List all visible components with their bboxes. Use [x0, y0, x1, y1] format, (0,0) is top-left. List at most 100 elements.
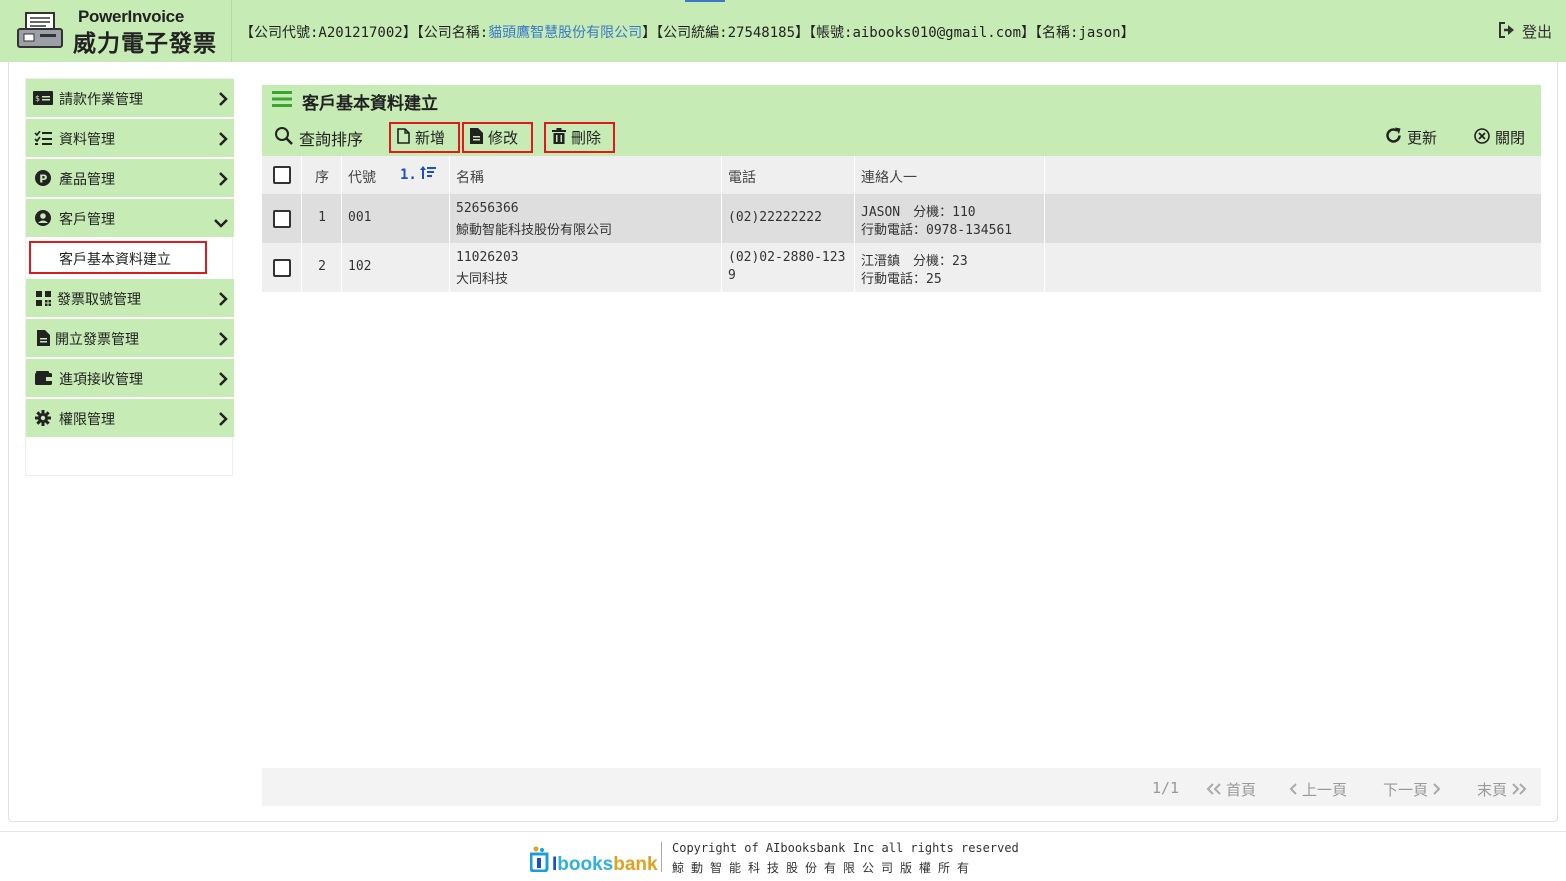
document-icon	[32, 328, 54, 348]
sidebar-item-issue-invoice[interactable]: 開立發票管理	[26, 319, 234, 357]
add-button[interactable]: 新增	[389, 122, 460, 153]
search-icon	[274, 126, 294, 150]
row-checkbox[interactable]	[273, 259, 291, 277]
account-info: 【公司代號:A201217002】【公司名稱:貓頭鷹智慧股份有限公司】【公司統編…	[240, 22, 1135, 42]
row-mobile: 行動電話：25	[861, 272, 942, 287]
footer-logo-bank: bank	[613, 854, 658, 875]
chevron-right-icon	[218, 411, 228, 430]
company-name-link[interactable]: 貓頭鷹智慧股份有限公司	[488, 25, 642, 41]
row-tax-id: 11026203	[456, 250, 519, 265]
header-cell-seq: 序	[302, 156, 342, 194]
close-button[interactable]: 關閉	[1474, 122, 1525, 153]
sign-out-icon	[1498, 21, 1516, 42]
table-row[interactable]: 1 001 52656366 鯨動智能科技股份有限公司 (02)22222222…	[262, 194, 1541, 243]
checklist-icon	[32, 128, 54, 148]
header-cell-filler	[1045, 156, 1541, 194]
column-header-tel: 電話	[728, 170, 756, 186]
delete-label: 刪除	[571, 129, 602, 147]
search-sort-button[interactable]: 查詢排序	[274, 122, 363, 153]
logout-label: 登出	[1521, 23, 1552, 41]
new-file-icon	[397, 127, 410, 148]
sidebar-subitem-customer-basic[interactable]: 客戶基本資料建立	[29, 241, 207, 274]
column-header-contact: 連絡人一	[861, 170, 917, 186]
user-circle-icon	[32, 208, 54, 228]
next-page-label: 下一頁	[1383, 781, 1429, 799]
first-page-button[interactable]: 首頁	[1206, 779, 1256, 800]
sidebar-item-label: 權限管理	[59, 412, 115, 428]
row-cell-seq: 2	[302, 243, 342, 292]
delete-button[interactable]: 刪除	[544, 122, 615, 153]
money-card-icon: $	[32, 88, 54, 108]
table-row[interactable]: 2 102 11026203 大同科技 (02)02-2880-123 9 江溍…	[262, 243, 1541, 292]
sidebar-item-label: 客戶管理	[59, 212, 115, 228]
refresh-label: 更新	[1407, 129, 1438, 147]
row-name: 大同科技	[456, 272, 509, 287]
copyright-text-zh: 鯨動智能科技股份有限公司版權所有	[672, 861, 977, 875]
sidebar-item-label: 產品管理	[59, 172, 115, 188]
refresh-button[interactable]: 更新	[1385, 122, 1437, 153]
row-cell-seq: 1	[302, 194, 342, 243]
row-cell-code: 001	[342, 194, 450, 243]
row-cell-name: 11026203 大同科技	[450, 243, 722, 292]
refresh-icon	[1385, 127, 1402, 148]
app-logo[interactable]: PowerInvoice 威力電子發票	[0, 0, 232, 62]
row-contact: JASON 分機：110	[861, 205, 976, 220]
hamburger-menu-icon[interactable]	[272, 90, 292, 112]
sidebar-item-data[interactable]: 資料管理	[26, 119, 234, 157]
row-cell-filler	[1045, 243, 1541, 292]
wallet-icon	[32, 368, 54, 388]
chevron-right-icon	[218, 171, 228, 190]
sidebar-item-permission[interactable]: 權限管理	[26, 399, 234, 437]
toolbar: 查詢排序 新增 修改 刪除 更新 關閉	[262, 118, 1541, 156]
close-circle-icon	[1474, 127, 1490, 148]
search-sort-label: 查詢排序	[299, 129, 364, 149]
header-cell-name: 名稱	[450, 156, 722, 194]
header-cell-code[interactable]: 代號 1.	[342, 156, 450, 194]
row-cell-contact: JASON 分機：110 行動電話：0978-134561	[855, 194, 1045, 243]
column-header-seq: 序	[315, 170, 329, 186]
row-code: 001	[348, 210, 372, 225]
row-code: 102	[348, 259, 372, 274]
row-tel: (02)22222222	[728, 210, 822, 225]
chevron-right-icon	[218, 331, 228, 350]
next-page-button[interactable]: 下一頁	[1383, 779, 1441, 800]
chevron-left-icon	[1289, 781, 1298, 799]
sidebar-item-label: 請款作業管理	[59, 92, 143, 108]
chevron-right-icon	[218, 131, 228, 150]
prev-page-button[interactable]: 上一頁	[1289, 779, 1347, 800]
row-cell-select	[262, 243, 302, 292]
select-all-checkbox[interactable]	[273, 166, 291, 184]
svg-text:P: P	[39, 172, 47, 185]
prev-page-label: 上一頁	[1302, 781, 1348, 799]
header-cell-contact: 連絡人一	[855, 156, 1045, 194]
header-cell-tel: 電話	[722, 156, 855, 194]
last-page-button[interactable]: 末頁	[1477, 779, 1527, 800]
sort-indicator[interactable]: 1.	[400, 166, 436, 184]
first-page-label: 首頁	[1226, 781, 1257, 799]
sidebar-item-label: 開立發票管理	[55, 332, 139, 348]
header-accent-line	[685, 0, 725, 2]
sidebar-item-billing[interactable]: $ 請款作業管理	[26, 79, 234, 117]
table-header-row: 序 代號 1. 名稱 電話 連絡人一	[262, 156, 1541, 194]
top-header: PowerInvoice 威力電子發票 【公司代號:A201217002】【公司…	[0, 0, 1566, 62]
pagination-bar: 1/1 首頁 上一頁 下一頁 末頁	[262, 768, 1541, 806]
sidebar-subitem-label: 客戶基本資料建立	[59, 252, 171, 268]
row-tel-line1: (02)02-2880-123	[728, 250, 846, 265]
page-title: 客戶基本資料建立	[302, 94, 438, 114]
sidebar-item-invoice-number[interactable]: 發票取號管理	[26, 279, 234, 317]
row-cell-filler	[1045, 194, 1541, 243]
edit-file-icon	[470, 127, 483, 148]
page-title-bar: 客戶基本資料建立	[262, 85, 1541, 118]
sidebar-item-product[interactable]: P 產品管理	[26, 159, 234, 197]
copyright-text: Copyright of AIbooksbank Inc all rights …	[672, 841, 1019, 855]
logo-text-zh: 威力電子發票	[73, 31, 217, 57]
edit-button[interactable]: 修改	[462, 122, 533, 153]
aibooksbank-logo[interactable]: Ibooksbank	[529, 846, 658, 876]
row-checkbox[interactable]	[273, 210, 291, 228]
logout-button[interactable]: 登出	[1498, 21, 1552, 42]
last-page-label: 末頁	[1477, 781, 1508, 799]
sidebar-item-customer[interactable]: 客戶管理	[26, 199, 234, 237]
sidebar-item-incoming[interactable]: 進項接收管理	[26, 359, 234, 397]
row-seq: 2	[318, 259, 326, 274]
account-info-suffix: 】【公司統編:27548185】【帳號:aibooks010@gmail.com…	[642, 25, 1135, 41]
